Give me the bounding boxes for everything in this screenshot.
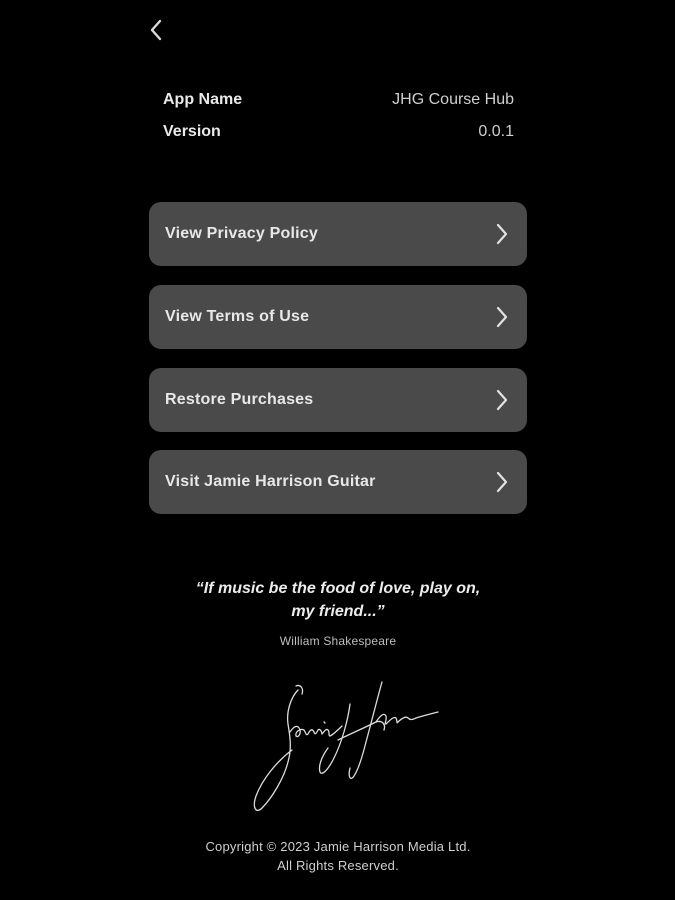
copyright-text: Copyright © 2023 Jamie Harrison Media Lt… bbox=[140, 837, 536, 875]
menu-item-label: Visit Jamie Harrison Guitar bbox=[165, 473, 376, 490]
version-row: Version 0.0.1 bbox=[163, 121, 514, 143]
app-name-label: App Name bbox=[163, 91, 243, 108]
quote-author: William Shakespeare bbox=[279, 634, 397, 648]
version-value: 0.0.1 bbox=[478, 123, 514, 140]
copyright-line-2: All Rights Reserved. bbox=[277, 858, 399, 873]
signature-image bbox=[253, 681, 439, 811]
menu-item-label: View Terms of Use bbox=[165, 308, 310, 325]
chevron-right-icon bbox=[496, 306, 508, 328]
chevron-right-icon bbox=[496, 389, 508, 411]
view-privacy-policy-button[interactable]: View Privacy Policy bbox=[149, 202, 527, 266]
visit-jamie-harrison-guitar-button[interactable]: Visit Jamie Harrison Guitar bbox=[149, 450, 527, 514]
quote-text: “If music be the food of love, play on, … bbox=[160, 577, 516, 623]
back-button[interactable] bbox=[143, 16, 169, 44]
quote-line-1: “If music be the food of love, play on, bbox=[195, 580, 481, 597]
menu-item-label: Restore Purchases bbox=[165, 391, 314, 408]
app-name-value: JHG Course Hub bbox=[392, 91, 514, 108]
view-terms-of-use-button[interactable]: View Terms of Use bbox=[149, 285, 527, 349]
quote-line-2: my friend...” bbox=[291, 603, 385, 620]
chevron-right-icon bbox=[496, 223, 508, 245]
menu-item-label: View Privacy Policy bbox=[165, 225, 318, 242]
app-name-row: App Name JHG Course Hub bbox=[163, 89, 514, 111]
chevron-left-icon bbox=[150, 19, 162, 41]
version-label: Version bbox=[163, 123, 221, 140]
chevron-right-icon bbox=[496, 471, 508, 493]
copyright-line-1: Copyright © 2023 Jamie Harrison Media Lt… bbox=[205, 839, 471, 854]
restore-purchases-button[interactable]: Restore Purchases bbox=[149, 368, 527, 432]
